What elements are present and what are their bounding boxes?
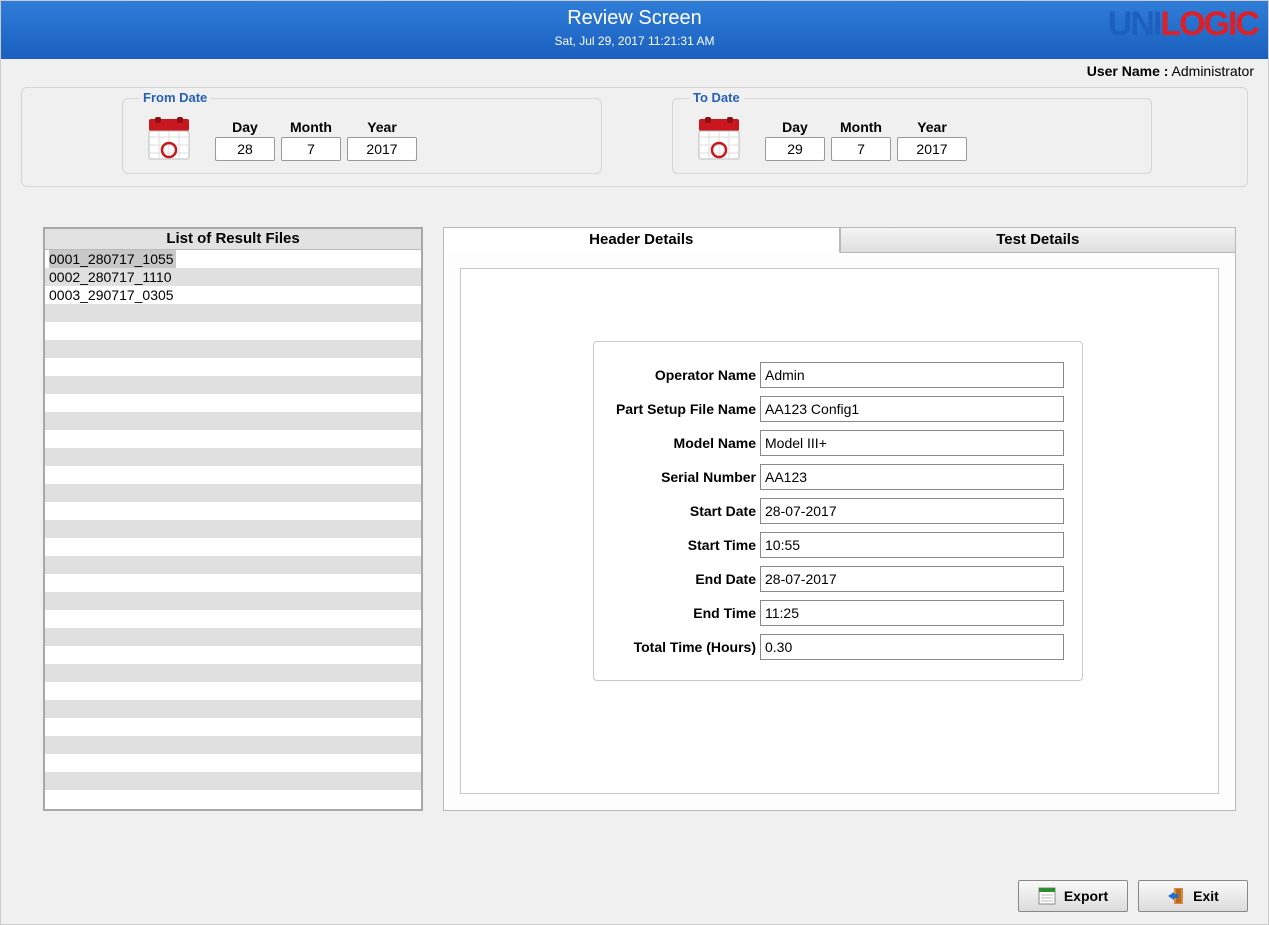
list-item[interactable] xyxy=(45,322,421,340)
start-date-label: Start Date xyxy=(604,503,760,519)
list-item[interactable] xyxy=(45,448,421,466)
list-item[interactable] xyxy=(45,592,421,610)
list-item[interactable] xyxy=(45,502,421,520)
from-date-fields: Day 28 Month 7 Year 2017 xyxy=(215,119,417,161)
list-item[interactable]: 0003_290717_0305 xyxy=(45,286,421,304)
list-item[interactable] xyxy=(45,646,421,664)
list-item[interactable] xyxy=(45,556,421,574)
list-item[interactable] xyxy=(45,772,421,790)
day-label: Day xyxy=(765,119,825,135)
start-time-value[interactable]: 10:55 xyxy=(760,532,1064,558)
list-item[interactable] xyxy=(45,700,421,718)
user-name-label: User Name : xyxy=(1087,63,1169,79)
list-item[interactable]: 0002_280717_1110 xyxy=(45,268,421,286)
to-month-input[interactable]: 7 xyxy=(831,137,891,161)
list-item[interactable] xyxy=(45,520,421,538)
total-time-value[interactable]: 0.30 xyxy=(760,634,1064,660)
list-item[interactable] xyxy=(45,412,421,430)
export-button[interactable]: Export xyxy=(1018,880,1128,912)
list-item[interactable] xyxy=(45,394,421,412)
list-item[interactable] xyxy=(45,340,421,358)
exit-button-label: Exit xyxy=(1193,888,1219,904)
list-item[interactable] xyxy=(45,304,421,322)
to-date-fields: Day 29 Month 7 Year 2017 xyxy=(765,119,967,161)
from-month-input[interactable]: 7 xyxy=(281,137,341,161)
exit-icon xyxy=(1167,887,1185,905)
to-date-group: To Date Day29 Month7 xyxy=(672,98,1152,174)
logo-part-1: UNI xyxy=(1108,5,1161,43)
list-item[interactable] xyxy=(45,358,421,376)
model-name-value[interactable]: Model III+ xyxy=(760,430,1064,456)
to-day-input[interactable]: 29 xyxy=(765,137,825,161)
operator-name-value[interactable]: Admin xyxy=(760,362,1064,388)
list-header: List of Result Files xyxy=(45,229,421,250)
total-time-label: Total Time (Hours) xyxy=(604,639,760,655)
date-range-panel: From Date Day 28 Month 7 xyxy=(21,87,1248,187)
list-item[interactable] xyxy=(45,736,421,754)
end-date-label: End Date xyxy=(604,571,760,587)
to-date-legend: To Date xyxy=(689,90,744,105)
list-item[interactable] xyxy=(45,718,421,736)
tab-test-details[interactable]: Test Details xyxy=(840,227,1237,253)
list-item[interactable] xyxy=(45,628,421,646)
brand-logo: UNILOGIC xyxy=(1108,5,1258,44)
end-time-value[interactable]: 11:25 xyxy=(760,600,1064,626)
end-time-label: End Time xyxy=(604,605,760,621)
start-time-label: Start Time xyxy=(604,537,760,553)
list-item[interactable] xyxy=(45,664,421,682)
list-item[interactable] xyxy=(45,682,421,700)
export-icon xyxy=(1038,887,1056,905)
user-name-value: Administrator xyxy=(1172,63,1254,79)
month-label: Month xyxy=(281,119,341,135)
logo-part-2: LOGIC xyxy=(1160,5,1258,43)
serial-number-label: Serial Number xyxy=(604,469,760,485)
start-date-value[interactable]: 28-07-2017 xyxy=(760,498,1064,524)
main-area: List of Result Files 0001_280717_1055000… xyxy=(1,187,1268,811)
review-screen-window: Review Screen Sat, Jul 29, 2017 11:21:31… xyxy=(0,0,1269,925)
part-setup-file-name-value[interactable]: AA123 Config1 xyxy=(760,396,1064,422)
year-label: Year xyxy=(897,119,967,135)
header-timestamp: Sat, Jul 29, 2017 11:21:31 AM xyxy=(1,34,1268,48)
model-name-label: Model Name xyxy=(604,435,760,451)
part-setup-file-name-label: Part Setup File Name xyxy=(604,401,760,417)
export-button-label: Export xyxy=(1064,888,1108,904)
calendar-icon[interactable] xyxy=(695,117,743,163)
details-inner: Operator NameAdmin Part Setup File NameA… xyxy=(460,268,1219,794)
list-item[interactable] xyxy=(45,430,421,448)
from-date-group: From Date Day28 Month7 xyxy=(122,98,602,174)
list-item[interactable] xyxy=(45,538,421,556)
to-year-input[interactable]: 2017 xyxy=(897,137,967,161)
from-day-input[interactable]: 28 xyxy=(215,137,275,161)
list-item[interactable] xyxy=(45,610,421,628)
serial-number-value[interactable]: AA123 xyxy=(760,464,1064,490)
page-title: Review Screen xyxy=(1,7,1268,30)
operator-name-label: Operator Name xyxy=(604,367,760,383)
app-header: Review Screen Sat, Jul 29, 2017 11:21:31… xyxy=(1,1,1268,59)
header-details-form: Operator NameAdmin Part Setup File NameA… xyxy=(593,341,1083,681)
list-item[interactable] xyxy=(45,466,421,484)
year-label: Year xyxy=(347,119,417,135)
exit-button[interactable]: Exit xyxy=(1138,880,1248,912)
day-label: Day xyxy=(215,119,275,135)
from-date-legend: From Date xyxy=(139,90,211,105)
calendar-icon[interactable] xyxy=(145,117,193,163)
details-panel: Header Details Test Details Operator Nam… xyxy=(443,227,1236,811)
list-body[interactable]: 0001_280717_10550002_280717_11100003_290… xyxy=(45,250,421,809)
list-item[interactable] xyxy=(45,376,421,394)
list-item[interactable] xyxy=(45,754,421,772)
user-bar: User Name : Administrator xyxy=(1,59,1268,85)
list-item[interactable] xyxy=(45,484,421,502)
result-files-list: List of Result Files 0001_280717_1055000… xyxy=(43,227,423,811)
end-date-value[interactable]: 28-07-2017 xyxy=(760,566,1064,592)
from-year-input[interactable]: 2017 xyxy=(347,137,417,161)
list-item[interactable]: 0001_280717_1055 xyxy=(45,250,421,268)
month-label: Month xyxy=(831,119,891,135)
tab-header-details[interactable]: Header Details xyxy=(443,227,840,253)
footer-buttons: Export Exit xyxy=(1018,880,1248,912)
detail-tabs: Header Details Test Details xyxy=(443,227,1236,253)
list-item[interactable] xyxy=(45,574,421,592)
